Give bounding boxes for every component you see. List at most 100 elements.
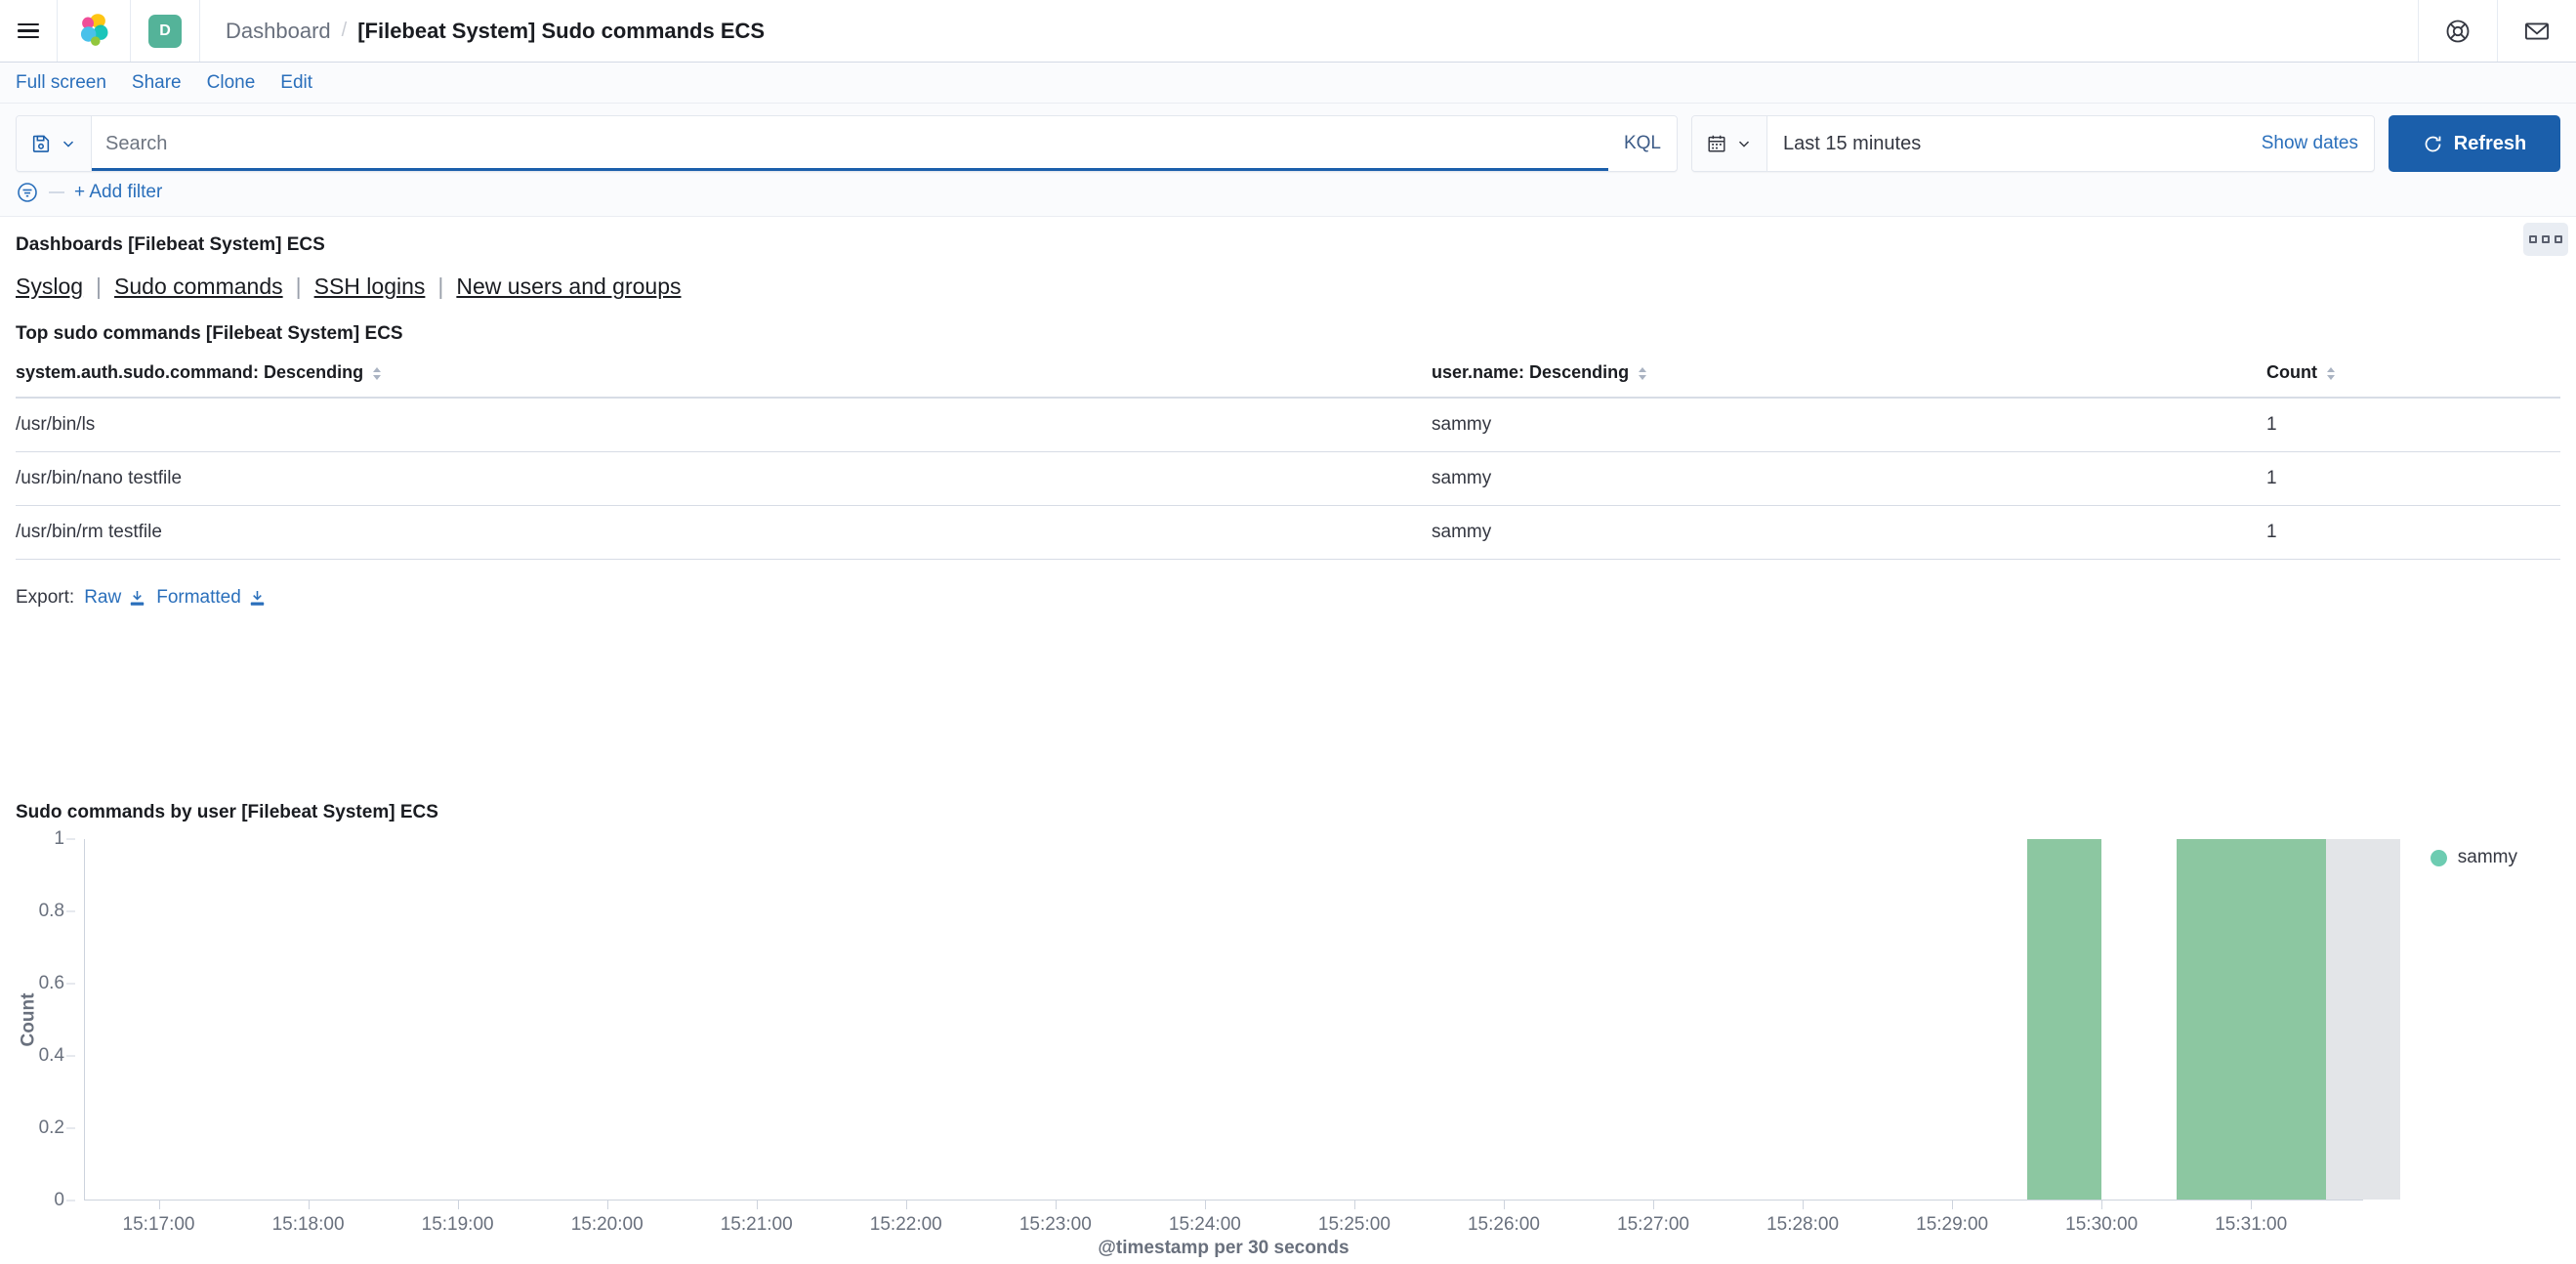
y-axis-ticks: 0 0.2 0.4 0.6 0.8 1: [29, 828, 75, 1210]
dot: [2542, 235, 2550, 243]
x-tick-label: 15:31:00: [2215, 1214, 2288, 1235]
nav-link-new-users-and-groups[interactable]: New users and groups: [456, 274, 681, 300]
cell-username: sammy: [1432, 451, 2266, 506]
panel-dashboards-nav: Dashboards [Filebeat System] ECS Syslog …: [0, 217, 2576, 306]
x-tick-mark: [756, 1201, 758, 1209]
y-tick-mark: [66, 1055, 75, 1057]
x-tick-label: 15:18:00: [271, 1214, 345, 1235]
elastic-logo-icon: [75, 13, 112, 50]
x-tick-mark: [905, 1201, 907, 1209]
x-tick-label: 15:28:00: [1766, 1214, 1840, 1235]
y-tick-mark: [66, 838, 75, 840]
x-tick-label: 15:19:00: [421, 1214, 494, 1235]
edit-button[interactable]: Edit: [280, 72, 312, 94]
global-header: D Dashboard / [Filebeat System] Sudo com…: [0, 0, 2576, 63]
calendar-icon[interactable]: [1706, 133, 1727, 154]
clone-button[interactable]: Clone: [207, 72, 256, 94]
chart-legend[interactable]: sammy: [2430, 847, 2517, 868]
share-button[interactable]: Share: [132, 72, 182, 94]
x-tick-mark: [1055, 1201, 1057, 1209]
bar-sammy-15:31:00[interactable]: [2251, 839, 2326, 1200]
download-icon: [248, 589, 267, 608]
elastic-logo-button[interactable]: [58, 0, 131, 62]
table-body: /usr/bin/ls sammy 1 /usr/bin/nano testfi…: [16, 398, 2560, 560]
y-tick-label: 0.4: [38, 1045, 64, 1066]
panel-sudo-commands-by-user: Sudo commands by user [Filebeat System] …: [0, 784, 2576, 1258]
help-lifering-icon[interactable]: [2444, 18, 2472, 45]
nav-link-syslog[interactable]: Syslog: [16, 274, 83, 300]
dashboard-nav-links: Syslog | Sudo commands | SSH logins | Ne…: [0, 260, 2576, 306]
date-picker: Last 15 minutes Show dates: [1691, 115, 2375, 172]
data-table-wrapper: system.auth.sudo.command: Descending use…: [0, 349, 2576, 560]
cell-username: sammy: [1432, 398, 2266, 452]
dashboard-action-menu: Full screen Share Clone Edit: [0, 63, 2576, 104]
table-head: system.auth.sudo.command: Descending use…: [16, 349, 2560, 399]
cell-count: 1: [2266, 451, 2560, 506]
bar-sammy-15:29:30[interactable]: [2026, 839, 2102, 1200]
cell-command: /usr/bin/ls: [16, 398, 1432, 452]
full-screen-button[interactable]: Full screen: [16, 72, 106, 94]
x-tick-mark: [158, 1201, 160, 1209]
x-tick-label: 15:29:00: [1916, 1214, 1989, 1235]
column-header-command-label: system.auth.sudo.command: Descending: [16, 362, 364, 382]
x-axis-label: @timestamp per 30 seconds: [1098, 1238, 1350, 1258]
refresh-button[interactable]: Refresh: [2389, 115, 2560, 172]
mail-news-icon[interactable]: [2523, 18, 2551, 45]
menu-button[interactable]: [0, 0, 58, 62]
filter-options-icon[interactable]: [16, 181, 39, 204]
chevron-down-icon[interactable]: [60, 135, 77, 152]
date-range-value[interactable]: Last 15 minutes: [1783, 133, 1921, 155]
x-tick-label: 15:25:00: [1317, 1214, 1391, 1235]
export-raw-button[interactable]: Raw: [84, 587, 146, 609]
panel-title-top-sudo-commands: Top sudo commands [Filebeat System] ECS: [16, 323, 403, 344]
cell-command: /usr/bin/nano testfile: [16, 451, 1432, 506]
cell-command: /usr/bin/rm testfile: [16, 505, 1432, 560]
x-tick-label: 15:26:00: [1467, 1214, 1540, 1235]
dot: [2555, 235, 2562, 243]
y-tick-label: 0.6: [38, 973, 64, 993]
column-header-command[interactable]: system.auth.sudo.command: Descending: [16, 349, 1432, 399]
panel-title-sudo-commands-by-user: Sudo commands by user [Filebeat System] …: [16, 802, 438, 822]
space-avatar: D: [148, 14, 182, 48]
export-formatted-button[interactable]: Formatted: [156, 587, 267, 609]
x-tick-mark: [606, 1201, 608, 1209]
chevron-down-icon[interactable]: [1735, 135, 1753, 152]
legend-color-swatch: [2430, 849, 2447, 866]
bar-partial-bucket: [2325, 839, 2401, 1200]
column-header-username[interactable]: user.name: Descending: [1432, 349, 2266, 399]
nav-link-sudo-commands[interactable]: Sudo commands: [114, 274, 283, 300]
news-button[interactable]: [2497, 0, 2576, 62]
export-raw-label: Raw: [84, 587, 122, 608]
column-header-username-label: user.name: Descending: [1432, 362, 1630, 382]
sort-arrows-icon[interactable]: [2327, 365, 2336, 382]
panel-options-icon[interactable]: [2523, 223, 2568, 256]
export-label: Export:: [16, 587, 75, 608]
column-header-count[interactable]: Count: [2266, 349, 2560, 399]
x-tick-label: 15:22:00: [869, 1214, 942, 1235]
show-dates-button[interactable]: Show dates: [2262, 133, 2358, 154]
y-tick-label: 0: [54, 1190, 64, 1210]
saved-query-button[interactable]: [17, 116, 92, 171]
nav-link-ssh-logins[interactable]: SSH logins: [314, 274, 426, 300]
search-input[interactable]: [105, 132, 1595, 155]
x-tick-mark: [1952, 1201, 1954, 1209]
x-tick-label: 15:30:00: [2065, 1214, 2139, 1235]
help-button[interactable]: [2418, 0, 2497, 62]
query-language-button[interactable]: KQL: [1607, 116, 1677, 171]
saved-query-disk-icon[interactable]: [30, 133, 52, 154]
y-tick-mark: [66, 983, 75, 985]
sort-arrows-icon[interactable]: [1639, 365, 1647, 382]
bar-sammy-15:30:30[interactable]: [2176, 839, 2252, 1200]
table-row: /usr/bin/ls sammy 1: [16, 398, 2560, 452]
x-tick-label: 15:17:00: [122, 1214, 195, 1235]
hamburger-menu-icon[interactable]: [18, 22, 39, 39]
filter-divider: [49, 191, 64, 193]
sort-arrows-icon[interactable]: [373, 365, 382, 382]
query-bar: KQL: [0, 104, 2576, 172]
add-filter-button[interactable]: + Add filter: [74, 182, 162, 203]
table-row: /usr/bin/rm testfile sammy 1: [16, 505, 2560, 560]
cell-count: 1: [2266, 398, 2560, 452]
space-switcher-button[interactable]: D: [131, 0, 200, 62]
date-quick-select-button[interactable]: [1692, 116, 1767, 171]
breadcrumb-dashboard[interactable]: Dashboard: [226, 19, 331, 44]
